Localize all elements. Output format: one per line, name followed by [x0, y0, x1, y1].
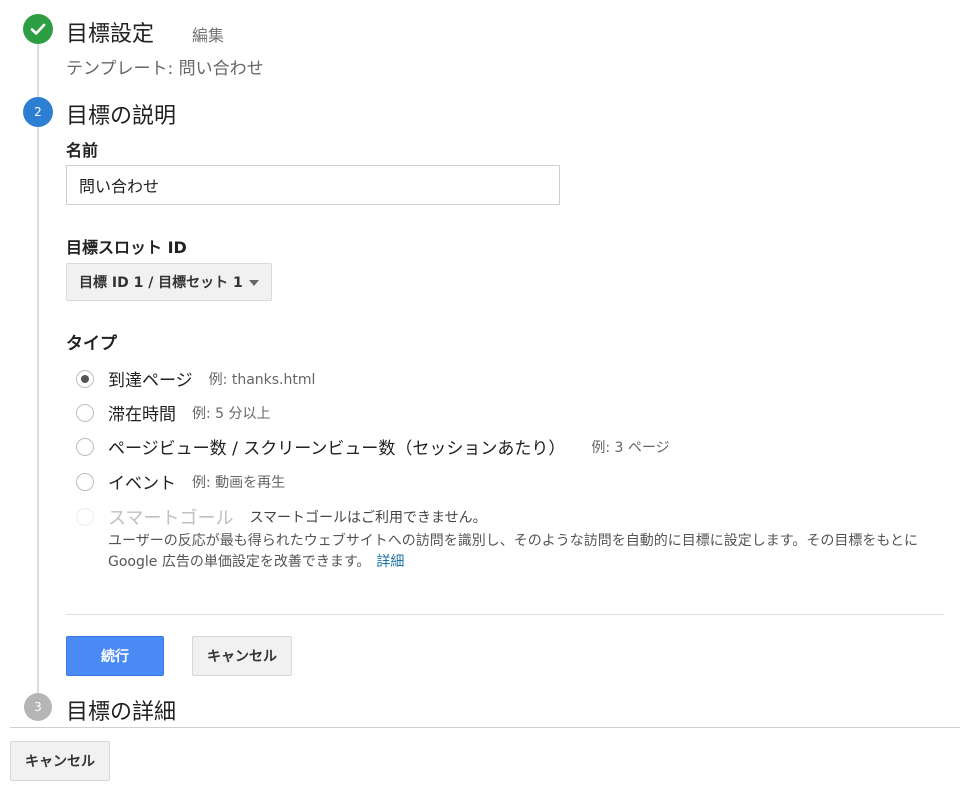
smart-goal-description-text: ユーザーの反応が最も得られたウェブサイトへの訪問を識別し、そのような訪問を自動的… — [108, 533, 919, 570]
goal-slot-dropdown[interactable]: 目標 ID 1 / 目標セット 1 — [66, 263, 272, 301]
footer-divider — [10, 727, 960, 728]
bottom-cancel-button[interactable]: キャンセル — [10, 741, 110, 781]
name-label: 名前 — [66, 141, 99, 160]
cancel-button[interactable]: キャンセル — [192, 636, 292, 676]
type-option-label: ページビュー数 / スクリーンビュー数（セッションあたり） — [108, 439, 566, 459]
type-option-label: イベント — [108, 474, 176, 494]
type-option-example: 例: 5 分以上 — [192, 405, 271, 422]
type-option-event[interactable]: イベント 例: 動画を再生 — [76, 469, 285, 494]
type-option-example: 例: 動画を再生 — [192, 474, 286, 491]
type-option-destination[interactable]: 到達ページ 例: thanks.html — [76, 366, 315, 391]
step-3-number-badge: 3 — [24, 693, 52, 721]
type-label: タイプ — [66, 334, 117, 354]
details-link[interactable]: 詳細 — [376, 554, 404, 570]
type-option-duration[interactable]: 滞在時間 例: 5 分以上 — [76, 400, 271, 425]
caret-down-icon — [249, 280, 259, 286]
type-option-label: 滞在時間 — [108, 405, 176, 425]
radio-pages-per-session[interactable] — [76, 437, 94, 456]
type-option-example: 例: thanks.html — [208, 371, 316, 388]
goal-name-input[interactable] — [66, 165, 560, 205]
type-option-example: 例: 3 ページ — [591, 439, 670, 456]
radio-smart-goal — [76, 508, 94, 526]
continue-button[interactable]: 続行 — [66, 636, 164, 676]
type-option-label: 到達ページ — [108, 371, 193, 391]
radio-event[interactable] — [76, 472, 94, 491]
step-1-complete-icon — [23, 14, 53, 44]
type-option-smart-goal: スマートゴール スマートゴールはご利用できません。 — [76, 504, 487, 530]
step-2-number-badge: 2 — [23, 97, 53, 127]
step-2-title: 目標の説明 — [66, 104, 177, 129]
goal-slot-label: 目標スロット ID — [66, 238, 187, 257]
type-option-pages-per-session[interactable]: ページビュー数 / スクリーンビュー数（セッションあたり） 例: 3 ページ — [76, 434, 670, 459]
radio-destination[interactable] — [76, 369, 94, 388]
step-connector-line — [37, 44, 39, 694]
smart-goal-unavailable-note: スマートゴールはご利用できません。 — [249, 510, 487, 526]
step-1-title: 目標設定 — [66, 22, 155, 47]
step-1-template-text: テンプレート: 問い合わせ — [66, 59, 264, 79]
checkmark-icon — [30, 23, 46, 35]
smart-goal-description: ユーザーの反応が最も得られたウェブサイトへの訪問を識別し、そのような訪問を自動的… — [108, 531, 948, 573]
step-3-title: 目標の詳細 — [66, 700, 177, 725]
section-divider — [66, 614, 944, 615]
radio-duration[interactable] — [76, 403, 94, 422]
type-option-label: スマートゴール — [108, 508, 234, 529]
step-1-edit-link[interactable]: 編集 — [192, 22, 224, 46]
goal-slot-value: 目標 ID 1 / 目標セット 1 — [79, 275, 243, 291]
